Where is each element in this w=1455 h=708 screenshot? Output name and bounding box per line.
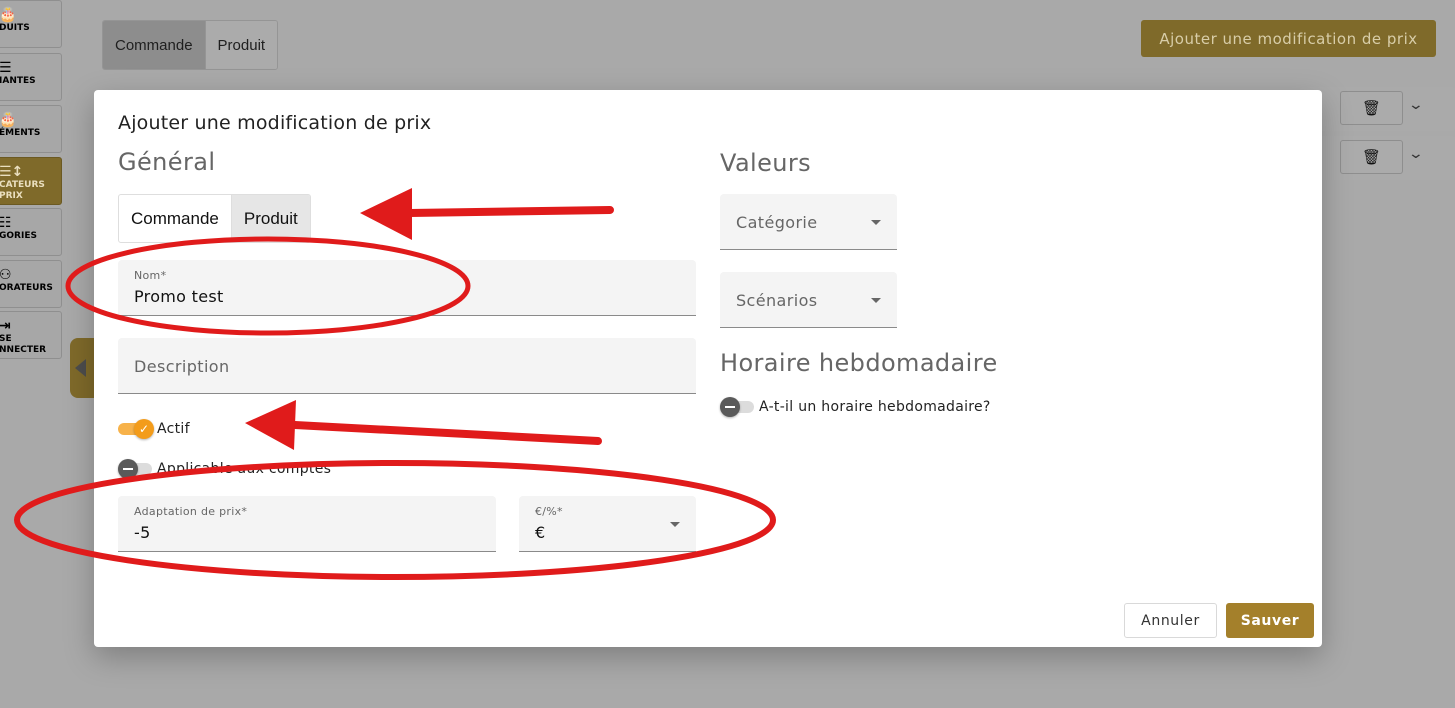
name-field-value: Promo test — [134, 287, 224, 306]
supplements-icon: 🎂 — [0, 112, 17, 128]
active-label: Actif — [157, 421, 190, 437]
chevron-down-icon: ⌄ — [1407, 97, 1425, 113]
unit-select-value: € — [535, 523, 546, 542]
list-icon: ☰ — [0, 60, 12, 76]
background-table-row: 🗑 ⌄ — [1300, 136, 1455, 180]
applicable-toggle-row: Applicable aux comptes — [118, 459, 331, 479]
price-adaptation-field[interactable]: Adaptation de prix* -5 — [118, 496, 496, 552]
sidebar-item-collaborators[interactable]: ⚇ ORATEURS — [0, 260, 62, 308]
sidebar-item-products[interactable]: 🎂 DUITS — [0, 0, 62, 48]
unit-select-label: €/%* — [535, 505, 563, 518]
check-icon: ✓ — [134, 419, 154, 439]
name-field-label: Nom* — [134, 269, 167, 282]
dropdown-arrow-icon — [670, 521, 680, 527]
unit-select[interactable]: €/%* € — [519, 496, 696, 552]
description-field[interactable]: Description — [118, 338, 696, 394]
general-section-title: Général — [118, 148, 216, 176]
sidebar-item-label: GORIES — [0, 231, 37, 241]
sidebar-item-supplements[interactable]: 🎂 ÉMENTS — [0, 105, 62, 153]
mode-toggle: Commande Produit — [118, 194, 311, 243]
sidebar-item-price-modifiers[interactable]: ☰↕ CATEURS PRIX — [0, 157, 62, 205]
dropdown-arrow-icon — [871, 219, 881, 225]
applicable-switch[interactable] — [118, 459, 154, 479]
cancel-button[interactable]: Annuler — [1124, 603, 1217, 638]
minus-icon — [118, 459, 138, 479]
price-modification-dialog: Ajouter une modification de prix Général… — [94, 90, 1322, 647]
trash-icon: 🗑 — [1340, 140, 1403, 174]
scenarios-placeholder: Scénarios — [736, 291, 818, 310]
price-adaptation-value: -5 — [134, 523, 151, 542]
sidebar-item-variants[interactable]: ☰ IANTES — [0, 53, 62, 101]
sidebar-item-label: IANTES — [0, 76, 36, 86]
sidebar-item-label: DUITS — [0, 23, 30, 33]
sidebar-collapse-handle[interactable] — [70, 338, 94, 398]
scenarios-select[interactable]: Scénarios — [720, 272, 897, 328]
sidebar-item-label: ÉMENTS — [0, 128, 41, 138]
products-icon: 🎂 — [0, 7, 17, 23]
weekly-schedule-switch[interactable] — [720, 397, 756, 417]
minus-icon — [720, 397, 740, 417]
values-section-title: Valeurs — [720, 149, 812, 177]
active-switch[interactable]: ✓ — [118, 419, 154, 439]
weekly-schedule-section-title: Horaire hebdomadaire — [720, 349, 998, 377]
sidebar-item-label: ORATEURS — [0, 283, 53, 293]
background-tab-commande: Commande — [103, 21, 205, 69]
dialog-title: Ajouter une modification de prix — [118, 112, 432, 134]
active-toggle-row: ✓ Actif — [118, 419, 190, 439]
collapse-arrow-icon — [75, 359, 86, 377]
weekly-schedule-toggle-row: A-t-il un horaire hebdomadaire? — [720, 397, 991, 417]
chevron-down-icon: ⌄ — [1407, 146, 1425, 162]
background-mode-toggle: Commande Produit — [102, 20, 279, 70]
category-select[interactable]: Catégorie — [720, 194, 897, 250]
sidebar-item-label: SE NNECTER — [0, 334, 47, 355]
sidebar-item-label: CATEURS PRIX — [0, 180, 45, 201]
tab-produit[interactable]: Produit — [230, 195, 310, 242]
sidebar-item-categories[interactable]: ☷ GORIES — [0, 208, 62, 256]
price-adaptation-label: Adaptation de prix* — [134, 505, 248, 518]
applicable-label: Applicable aux comptes — [157, 461, 332, 477]
name-field[interactable]: Nom* Promo test — [118, 260, 696, 316]
weekly-schedule-label: A-t-il un horaire hebdomadaire? — [759, 399, 991, 415]
price-modifiers-icon: ☰↕ — [0, 164, 24, 180]
collaborators-icon: ⚇ — [0, 267, 12, 283]
background-table-row: 🗑 ⌄ — [1300, 87, 1455, 131]
tab-commande[interactable]: Commande — [119, 195, 231, 242]
category-placeholder: Catégorie — [736, 213, 818, 232]
sidebar-item-logout[interactable]: ⇥ SE NNECTER — [0, 311, 62, 359]
background-tab-produit: Produit — [204, 21, 278, 69]
dropdown-arrow-icon — [871, 297, 881, 303]
categories-icon: ☷ — [0, 215, 12, 231]
description-placeholder: Description — [134, 357, 230, 376]
logout-icon: ⇥ — [0, 318, 11, 334]
background-add-price-modification-button: Ajouter une modification de prix — [1141, 20, 1436, 57]
save-button[interactable]: Sauver — [1226, 603, 1314, 638]
trash-icon: 🗑 — [1340, 91, 1403, 125]
